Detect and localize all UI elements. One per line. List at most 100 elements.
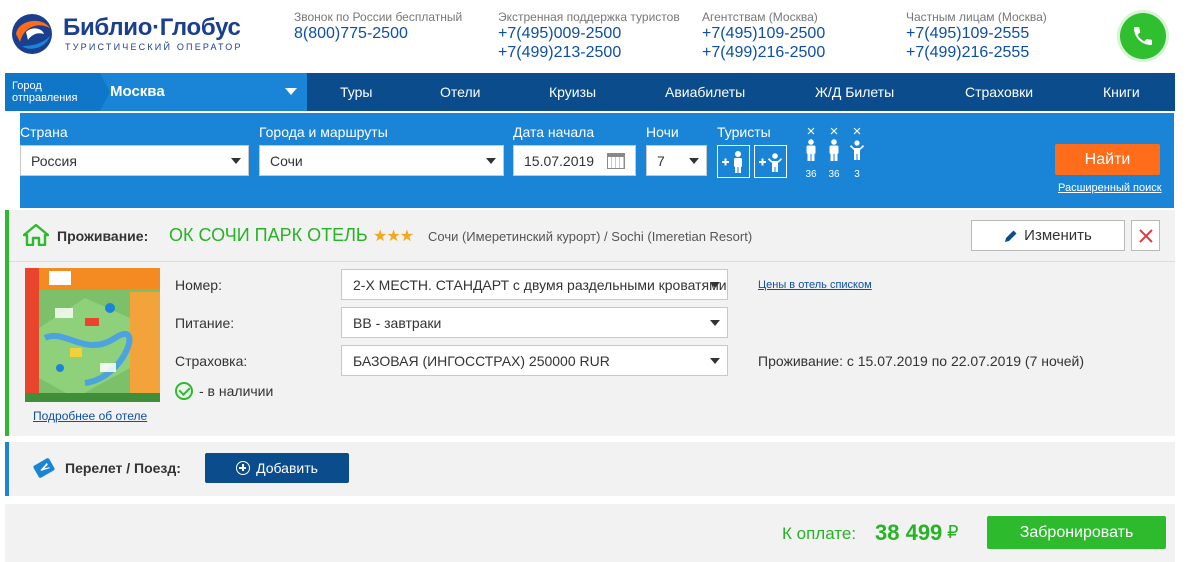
find-button[interactable]: Найти [1055, 144, 1160, 175]
tourists-label: Туристы [717, 124, 771, 140]
edit-button-label: Изменить [1024, 227, 1092, 244]
chevron-down-icon [710, 320, 720, 326]
check-circle-icon [175, 382, 193, 400]
child-icon [850, 140, 864, 160]
close-icon [1138, 228, 1153, 243]
remove-tourist-icon[interactable]: × [849, 124, 865, 139]
route-value: Сочи [270, 153, 303, 169]
contact-phone[interactable]: +7(499)213-2500 [498, 43, 680, 62]
contact-phone[interactable]: +7(495)109-2555 [906, 24, 1047, 43]
contact-phone[interactable]: +7(499)216-2555 [906, 43, 1047, 62]
nav-item-flights[interactable]: Авиабилеты [665, 84, 745, 100]
departure-city-arrow [100, 73, 110, 111]
transport-panel: Перелет / Поезд: Добавить [5, 442, 1175, 496]
nav-item-books[interactable]: Книги [1103, 84, 1140, 100]
adult-icon [806, 139, 816, 161]
search-panel: Страна Россия Города и маршруты Сочи Дат… [20, 113, 1174, 208]
pax-age: 3 [854, 169, 860, 180]
adult-icon [829, 139, 839, 161]
hotel-details-link[interactable]: Подробнее об отеле [33, 409, 147, 423]
pax-adult-2: × 36 [826, 124, 842, 180]
meal-label: Питание: [175, 315, 235, 331]
contact-private: Частным лицам (Москва) +7(495)109-2555 +… [906, 10, 1047, 62]
plus-circle-icon [236, 461, 251, 475]
add-transport-button[interactable]: Добавить [205, 453, 349, 483]
payment-currency: ₽ [947, 522, 959, 542]
extended-search-link[interactable]: Расширенный поиск [1058, 182, 1162, 194]
accommodation-label: Проживание: [57, 228, 149, 244]
hotel-stars: ★★★ [373, 228, 414, 245]
chevron-down-icon [231, 158, 241, 164]
departure-city-label: Город отправления [5, 73, 100, 111]
edit-button[interactable]: Изменить [971, 220, 1125, 251]
start-date-label: Дата начала [513, 124, 595, 140]
hotel-map-illustration [25, 268, 160, 402]
contact-phone[interactable]: +7(495)109-2500 [702, 24, 825, 43]
add-button-label: Добавить [256, 460, 318, 476]
main-nav: Город отправления Москва Туры Отели Круи… [5, 73, 1175, 111]
country-label: Страна [20, 124, 68, 140]
remove-accommodation-button[interactable] [1131, 220, 1160, 251]
nav-item-trains[interactable]: Ж/Д Билеты [815, 84, 894, 100]
hotel-name[interactable]: ОК СОЧИ ПАРК ОТЕЛЬ [169, 225, 368, 246]
availability-status: - в наличии [175, 382, 273, 400]
booking-page: Библио·Глобус ТУРИСТИЧЕСКИЙ ОПЕРАТОР Зво… [0, 0, 1187, 562]
insurance-select[interactable]: БАЗОВАЯ (ИНГОССТРАХ) 250000 RUR [341, 345, 728, 376]
nav-item-tours[interactable]: Туры [340, 84, 372, 100]
country-select[interactable]: Россия [20, 145, 249, 176]
payment-label: К оплате: [782, 524, 857, 543]
chevron-down-icon [710, 358, 720, 364]
route-label: Города и маршруты [259, 124, 388, 140]
book-button[interactable]: Забронировать [987, 516, 1166, 549]
hotel-map-image[interactable] [25, 268, 160, 402]
contact-label: Экстренная поддержка туристов [498, 10, 680, 24]
add-child-icon [758, 152, 782, 172]
insurance-label: Страховка: [175, 353, 248, 369]
nav-item-cruises[interactable]: Круизы [549, 84, 596, 100]
remove-tourist-icon[interactable]: × [803, 124, 819, 139]
stay-dates: Проживание: с 15.07.2019 по 22.07.2019 (… [758, 353, 1085, 369]
accommodation-header: Проживание: ОК СОЧИ ПАРК ОТЕЛЬ ★★★ Сочи … [9, 210, 1175, 262]
chevron-down-icon [710, 282, 720, 288]
payment-bar: К оплате: 38 499 ₽ Забронировать [5, 504, 1175, 562]
nav-item-hotels[interactable]: Отели [440, 84, 480, 100]
room-select[interactable]: 2-Х МЕСТН. СТАНДАРТ с двумя раздельными … [341, 269, 728, 300]
pax-age: 36 [828, 169, 840, 180]
add-adult-icon [721, 150, 742, 173]
add-child-button[interactable] [754, 145, 787, 178]
availability-text: - в наличии [199, 383, 274, 399]
start-date-input[interactable]: 15.07.2019 [513, 145, 636, 176]
price-list-link[interactable]: Цены в отель списком [758, 279, 872, 291]
transport-label: Перелет / Поезд: [65, 460, 181, 476]
contact-agencies: Агентствам (Москва) +7(495)109-2500 +7(4… [702, 10, 825, 62]
nav-item-insurance[interactable]: Страховки [965, 84, 1033, 100]
globe-logo-icon [12, 14, 52, 54]
add-adult-button[interactable] [717, 145, 750, 178]
contact-phone[interactable]: 8(800)775-2500 [294, 24, 462, 43]
meal-select[interactable]: BB - завтраки [341, 307, 728, 338]
route-select[interactable]: Сочи [259, 145, 504, 176]
calendar-icon[interactable] [607, 153, 625, 169]
start-date-value: 15.07.2019 [524, 153, 595, 169]
chevron-down-icon [285, 88, 297, 95]
chevron-down-icon [486, 158, 496, 164]
phone-icon [1134, 27, 1152, 45]
nights-select[interactable]: 7 [646, 145, 707, 176]
meal-value: BB - завтраки [353, 315, 442, 331]
callback-button[interactable] [1120, 13, 1166, 59]
departure-city-select[interactable]: Город отправления Москва [5, 73, 307, 111]
remove-tourist-icon[interactable]: × [826, 124, 842, 139]
room-label: Номер: [175, 277, 222, 293]
contact-phone[interactable]: +7(499)216-2500 [702, 43, 825, 62]
contact-label: Частным лицам (Москва) [906, 10, 1047, 24]
insurance-value: БАЗОВАЯ (ИНГОССТРАХ) 250000 RUR [353, 353, 610, 369]
brand-subtitle: ТУРИСТИЧЕСКИЙ ОПЕРАТОР [65, 42, 243, 52]
brand-logo[interactable]: Библио·Глобус ТУРИСТИЧЕСКИЙ ОПЕРАТОР [8, 12, 248, 56]
pax-child-1: × 3 [849, 124, 865, 180]
nights-value: 7 [657, 153, 665, 169]
contact-label: Агентствам (Москва) [702, 10, 818, 24]
contact-phone[interactable]: +7(495)009-2500 [498, 24, 680, 43]
pencil-icon [1005, 230, 1017, 242]
nights-label: Ночи [646, 124, 679, 140]
room-value: 2-Х МЕСТН. СТАНДАРТ с двумя раздельными … [353, 277, 727, 293]
